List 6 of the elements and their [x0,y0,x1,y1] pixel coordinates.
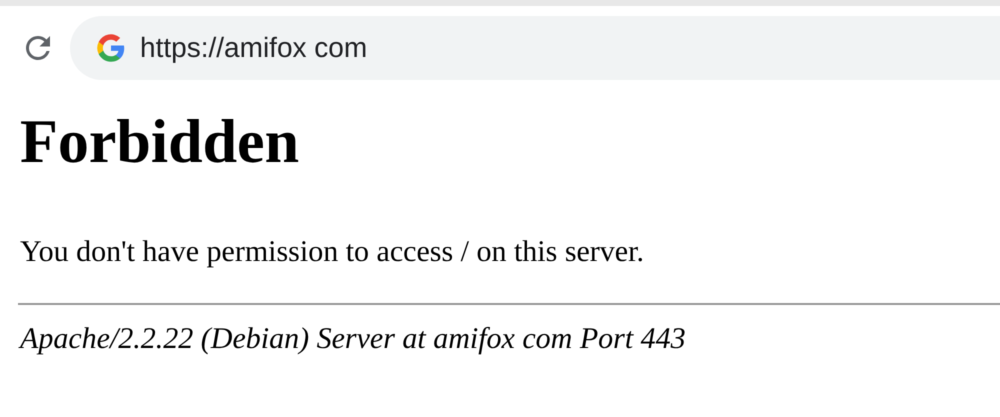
url-text: https://amifox com [140,32,368,64]
address-bar[interactable]: https://amifox com [70,16,1000,80]
error-message: You don't have permission to access / on this server. [20,234,644,270]
page-heading: Forbidden [20,108,300,176]
google-icon [96,33,126,63]
server-signature: Apache/2.2.22 (Debian) Server at amifox com Port 443 [20,321,686,358]
